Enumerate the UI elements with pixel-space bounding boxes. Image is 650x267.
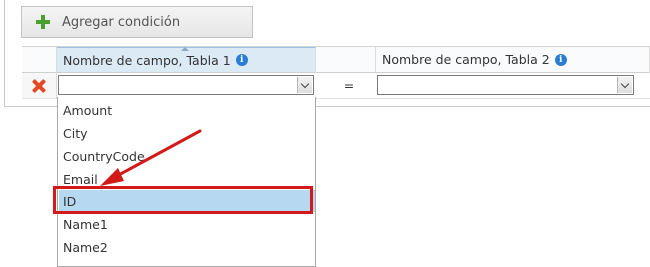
delete-icon[interactable] [32, 79, 46, 93]
row-header-cell [22, 47, 57, 73]
dropdown-option[interactable]: City [59, 122, 315, 144]
operator-label: = [343, 78, 355, 93]
info-icon[interactable]: i [235, 54, 248, 66]
field-dropdown-list[interactable]: Amount City CountryCode Email ID Name1 N… [57, 97, 316, 267]
column-header-table1[interactable]: Nombre de campo, Tabla 1 i [57, 47, 316, 73]
dropdown-option[interactable]: Name1 [59, 213, 315, 235]
dropdown-button[interactable] [297, 77, 312, 93]
conditions-grid: Nombre de campo, Tabla 1 i Nombre de cam… [22, 46, 650, 99]
column-header-table2[interactable]: Nombre de campo, Tabla 2 i [376, 47, 650, 73]
field-table2-select[interactable] [377, 75, 634, 95]
operator-header-cell [316, 47, 376, 73]
add-condition-label: Agregar condición [62, 14, 181, 30]
dropdown-option[interactable]: Name2 [59, 236, 315, 258]
dropdown-option[interactable]: CountryCode [59, 145, 315, 167]
condition-row: = [22, 73, 650, 99]
column-header-table1-label: Nombre de campo, Tabla 1 [63, 52, 231, 68]
chevron-down-icon [300, 79, 310, 88]
sort-ascending-icon [181, 47, 189, 51]
plus-icon [36, 15, 50, 29]
delete-cell[interactable] [22, 73, 57, 98]
chevron-down-icon [620, 79, 630, 88]
field-table1-select[interactable] [58, 75, 314, 95]
annotation-highlight-box [53, 186, 313, 214]
dropdown-option[interactable]: Amount [59, 99, 315, 121]
dropdown-button[interactable] [617, 77, 632, 93]
add-condition-button[interactable]: Agregar condición [21, 6, 253, 38]
info-icon[interactable]: i [554, 53, 567, 66]
column-header-table2-label: Nombre de campo, Tabla 2 [382, 52, 550, 67]
